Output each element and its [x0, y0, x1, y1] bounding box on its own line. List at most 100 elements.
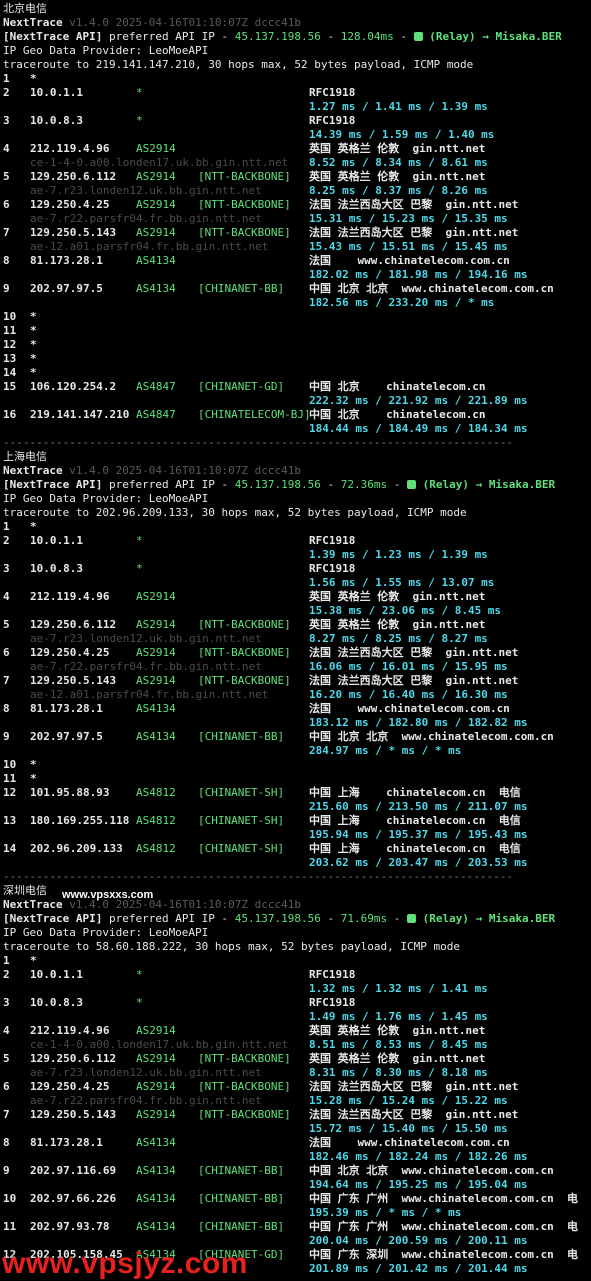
hop-row: 10 *	[3, 310, 589, 324]
hop-row-detail: ae-12.a01.parsfr04.fr.bb.gin.ntt.net 15.4…	[3, 240, 589, 254]
hop-row: 7 129.250.5.143 AS2914 [NTT-BACKBONE] 法国 法兰西…	[3, 674, 589, 688]
traceroute-command: traceroute to 219.141.147.210, 30 hops m…	[3, 58, 474, 71]
hop-tag: [CHINANET-BB]	[198, 1220, 285, 1233]
hop-asn: AS4134	[136, 730, 176, 743]
api-latency: 71.69ms	[340, 912, 388, 925]
hop-ip: 202.97.66.226	[30, 1192, 117, 1205]
hop-geo: 法国 www.chinatelecom.com.cn	[309, 1136, 510, 1149]
hop-row: 9 202.97.116.69 AS4134 [CHINANET-BB] 中国 北京 北…	[3, 1164, 589, 1178]
hop-asn: *	[136, 968, 143, 981]
watermark-bottom: www.vpsjyz.com	[2, 1247, 248, 1280]
hop-row-detail: 1.56 ms / 1.55 ms / 13.07 ms	[3, 576, 589, 590]
hop-row: 4 212.119.4.96 AS2914 英国 英格兰 伦敦 gin.ntt.net	[3, 142, 589, 156]
hop-row-detail: 222.32 ms / 221.92 ms / 221.89 ms	[3, 394, 589, 408]
hop-row: 9 202.97.97.5 AS4134 [CHINANET-BB] 中国 北京 北京 …	[3, 730, 589, 744]
api-text: preferred API IP -	[102, 30, 235, 43]
hop-number: 6	[3, 1080, 10, 1093]
hop-row-detail: 14.39 ms / 1.59 ms / 1.40 ms	[3, 128, 589, 142]
hop-asn: AS2914	[136, 1108, 176, 1121]
hop-row: 3 10.0.8.3 * RFC1918	[3, 996, 589, 1010]
hop-number: 7	[3, 674, 10, 687]
hop-tag: [CHINANET-BB]	[198, 730, 285, 743]
hop-row: 12 *	[3, 338, 589, 352]
hop-number: 8	[3, 702, 10, 715]
hop-number: 4	[3, 1024, 10, 1037]
hop-row: 11 202.97.93.78 AS4134 [CHINANET-BB] 中国 广东 广…	[3, 1220, 589, 1234]
hop-row: 3 10.0.8.3 * RFC1918	[3, 562, 589, 576]
hop-row: 6 129.250.4.25 AS2914 [NTT-BACKBONE] 法国 法兰西岛…	[3, 1080, 589, 1094]
hop-number: 7	[3, 1108, 10, 1121]
hop-geo: 英国 英格兰 伦敦 gin.ntt.net	[309, 1024, 486, 1037]
hop-asn: AS4134	[136, 282, 176, 295]
hop-row-detail: ae-7.r22.parsfr04.fr.bb.gin.ntt.net 15.28…	[3, 1094, 589, 1108]
hop-rtt: 182.02 ms / 181.98 ms / 194.16 ms	[309, 268, 528, 281]
hop-hostname: ae-7.r23.londen12.uk.bb.gin.ntt.net	[30, 1066, 262, 1079]
hop-rtt: 15.38 ms / 23.06 ms / 8.45 ms	[309, 604, 502, 617]
hop-rtt: 16.20 ms / 16.40 ms / 16.30 ms	[309, 688, 508, 701]
api-line: [NextTrace API] preferred API IP - 45.13…	[3, 478, 556, 491]
hop-geo: 中国 广东 广州 www.chinatelecom.com.cn 电	[309, 1192, 579, 1205]
hop-number: 5	[3, 1052, 10, 1065]
hop-ip: 212.119.4.96	[30, 142, 110, 155]
hop-ip: 129.250.6.112	[30, 1052, 117, 1065]
relay-text: (Relay) → Misaka.BER	[416, 912, 556, 925]
hop-number: 1	[3, 72, 10, 85]
hop-row: 1 *	[3, 72, 589, 86]
hop-asn: AS2914	[136, 646, 176, 659]
hop-row-detail: 15.72 ms / 15.40 ms / 15.50 ms	[3, 1122, 589, 1136]
api-ip: 45.137.198.56	[234, 30, 321, 43]
hop-rtt: 1.32 ms / 1.32 ms / 1.41 ms	[309, 982, 488, 995]
app-name: NextTrace	[3, 464, 63, 477]
hop-rtt: 15.31 ms / 15.23 ms / 15.35 ms	[309, 212, 508, 225]
hop-rtt: 222.32 ms / 221.92 ms / 221.89 ms	[309, 394, 528, 407]
hop-asn: AS4812	[136, 842, 176, 855]
hop-rtt: 195.39 ms / * ms / * ms	[309, 1206, 462, 1219]
hop-number: 10	[3, 310, 17, 323]
hop-geo: 中国 广东 广州 www.chinatelecom.com.cn 电	[309, 1220, 579, 1233]
hop-asn: *	[136, 86, 143, 99]
hop-number: 7	[3, 226, 10, 239]
hop-row: 2 10.0.1.1 * RFC1918	[3, 968, 589, 982]
hop-row-detail: 1.39 ms / 1.23 ms / 1.39 ms	[3, 548, 589, 562]
hop-number: 1	[3, 954, 10, 967]
hop-ip: 106.120.254.2	[30, 380, 117, 393]
api-label: [NextTrace API]	[3, 478, 103, 491]
hop-asn: AS2914	[136, 618, 176, 631]
hop-rtt: 182.56 ms / 233.20 ms / * ms	[309, 296, 495, 309]
hop-ip: 10.0.8.3	[30, 114, 83, 127]
hop-geo: 英国 英格兰 伦敦 gin.ntt.net	[309, 142, 486, 155]
hop-geo: 法国 法兰西岛大区 巴黎 gin.ntt.net	[309, 646, 519, 659]
hop-ip: *	[30, 520, 37, 533]
hop-row-detail: 184.44 ms / 184.49 ms / 184.34 ms	[3, 422, 589, 436]
hop-row: 12 101.95.88.93 AS4812 [CHINANET-SH] 中国 上海 c…	[3, 786, 589, 800]
hop-hostname: ce-1-4-0.a00.londen17.uk.bb.gin.ntt.net	[30, 156, 289, 169]
hop-geo: 法国 法兰西岛大区 巴黎 gin.ntt.net	[309, 198, 519, 211]
hop-ip: 202.96.209.133	[30, 842, 123, 855]
hop-number: 9	[3, 730, 10, 743]
hop-ip: 10.0.8.3	[30, 562, 83, 575]
hop-asn: AS4134	[136, 1220, 176, 1233]
section-title: 上海电信	[3, 450, 589, 464]
hop-number: 15	[3, 380, 17, 393]
hop-geo: 中国 上海 chinatelecom.cn 电信	[309, 814, 521, 827]
hop-row: 3 10.0.8.3 * RFC1918	[3, 114, 589, 128]
section-title-text: 上海电信	[3, 450, 47, 463]
hop-geo: 中国 北京 北京 www.chinatelecom.com.cn	[309, 730, 554, 743]
hop-row-detail: 1.49 ms / 1.76 ms / 1.45 ms	[3, 1010, 589, 1024]
hop-geo: 英国 英格兰 伦敦 gin.ntt.net	[309, 1052, 486, 1065]
hop-geo: 中国 上海 chinatelecom.cn 电信	[309, 786, 521, 799]
hop-asn: AS4134	[136, 1192, 176, 1205]
hop-row-detail: ae-7.r23.londen12.uk.bb.gin.ntt.net 8.25 …	[3, 184, 589, 198]
hop-number: 4	[3, 142, 10, 155]
hop-asn: AS4134	[136, 254, 176, 267]
hop-row: 6 129.250.4.25 AS2914 [NTT-BACKBONE] 法国 法兰西岛…	[3, 198, 589, 212]
hop-tag: [CHINANET-SH]	[198, 814, 285, 827]
hop-ip: 10.0.8.3	[30, 996, 83, 1009]
hop-number: 16	[3, 408, 17, 421]
hop-tag: [NTT-BACKBONE]	[198, 1052, 291, 1065]
hop-row-detail: 1.32 ms / 1.32 ms / 1.41 ms	[3, 982, 589, 996]
hop-ip: 10.0.1.1	[30, 86, 83, 99]
hop-number: 9	[3, 1164, 10, 1177]
hop-rtt: 183.12 ms / 182.80 ms / 182.82 ms	[309, 716, 528, 729]
hop-tag: [NTT-BACKBONE]	[198, 170, 291, 183]
